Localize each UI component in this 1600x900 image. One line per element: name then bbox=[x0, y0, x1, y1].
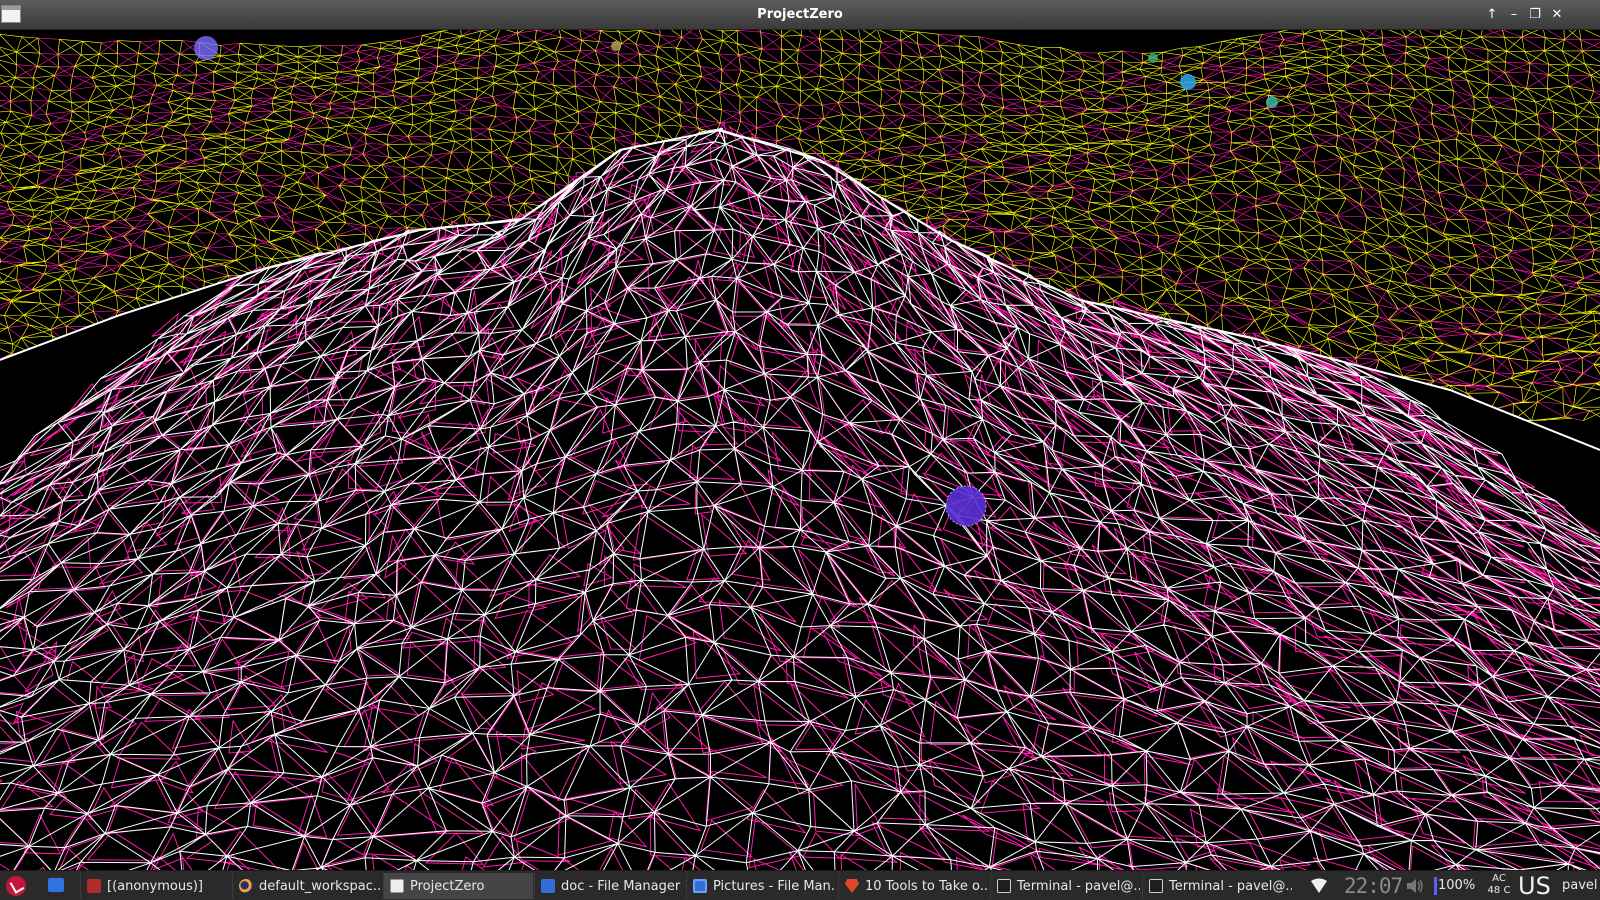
battery-level-bar bbox=[1434, 877, 1437, 895]
keyboard-layout[interactable]: US bbox=[1518, 871, 1551, 900]
task-label: Terminal - pavel@... bbox=[1169, 878, 1292, 894]
window-title: ProjectZero bbox=[757, 7, 843, 22]
volume-icon[interactable] bbox=[1406, 878, 1424, 894]
distant-sphere bbox=[1148, 53, 1158, 63]
distant-sphere bbox=[1266, 96, 1278, 108]
close-button[interactable]: ✕ bbox=[1548, 6, 1566, 24]
task-label: [(anonymous)] bbox=[107, 878, 204, 894]
terminal-icon bbox=[1149, 879, 1163, 893]
cpu-temp: 48 C bbox=[1487, 885, 1511, 896]
arrow-up-icon: ↑ bbox=[1486, 7, 1498, 22]
game-viewport[interactable] bbox=[0, 30, 1600, 870]
clock[interactable]: 22:07 bbox=[1344, 874, 1403, 898]
brave-browser-icon bbox=[845, 879, 859, 893]
task-button[interactable]: Pictures - File Man... bbox=[686, 873, 836, 899]
ac-status[interactable]: AC 48 C bbox=[1484, 873, 1514, 897]
task-label: 10 Tools to Take o... bbox=[865, 878, 988, 894]
distant-sphere bbox=[1180, 74, 1196, 90]
screen: ProjectZero ↑ – ❐ ✕ [(anonymous)] defaul… bbox=[0, 0, 1600, 900]
wifi-icon[interactable] bbox=[1310, 878, 1328, 894]
maximize-button[interactable]: ❐ bbox=[1526, 6, 1544, 24]
minimize-icon: – bbox=[1510, 7, 1518, 22]
task-label: doc - File Manager bbox=[561, 878, 681, 894]
task-button[interactable]: Terminal - pavel@... bbox=[1142, 873, 1292, 899]
terminal-icon bbox=[997, 879, 1011, 893]
desktop-icon[interactable] bbox=[48, 878, 64, 892]
task-label: ProjectZero bbox=[410, 878, 485, 894]
task-button[interactable]: [(anonymous)] bbox=[80, 873, 232, 899]
task-label: Pictures - File Man... bbox=[713, 878, 836, 894]
keep-above-button[interactable]: ↑ bbox=[1483, 6, 1501, 24]
folder-icon bbox=[541, 879, 555, 893]
battery-percent[interactable]: 100% bbox=[1438, 871, 1475, 900]
task-button[interactable]: default_workspac... bbox=[232, 873, 382, 899]
app-menu-icon[interactable] bbox=[6, 876, 26, 896]
wireframe-terrain-canvas bbox=[0, 30, 1600, 870]
eclipse-icon bbox=[239, 879, 253, 893]
pdf-icon bbox=[87, 879, 101, 893]
task-label: default_workspac... bbox=[259, 878, 382, 894]
user-name[interactable]: pavel bbox=[1562, 871, 1598, 900]
restore-icon: ❐ bbox=[1529, 7, 1541, 22]
task-label: Terminal - pavel@... bbox=[1017, 878, 1140, 894]
window-icon bbox=[390, 879, 404, 893]
task-button[interactable]: doc - File Manager bbox=[534, 873, 684, 899]
ac-label: AC bbox=[1492, 873, 1506, 884]
pictures-folder-icon bbox=[693, 879, 707, 893]
task-button[interactable]: Terminal - pavel@... bbox=[990, 873, 1140, 899]
distant-sphere bbox=[194, 36, 218, 60]
window-titlebar[interactable]: ProjectZero ↑ – ❐ ✕ bbox=[0, 0, 1600, 30]
close-icon: ✕ bbox=[1551, 7, 1563, 22]
minimize-button[interactable]: – bbox=[1505, 6, 1523, 24]
taskbar: [(anonymous)] default_workspac... Projec… bbox=[0, 870, 1600, 900]
task-button[interactable]: 10 Tools to Take o... bbox=[838, 873, 988, 899]
task-button-active[interactable]: ProjectZero bbox=[383, 873, 533, 899]
distant-sphere bbox=[611, 41, 621, 51]
